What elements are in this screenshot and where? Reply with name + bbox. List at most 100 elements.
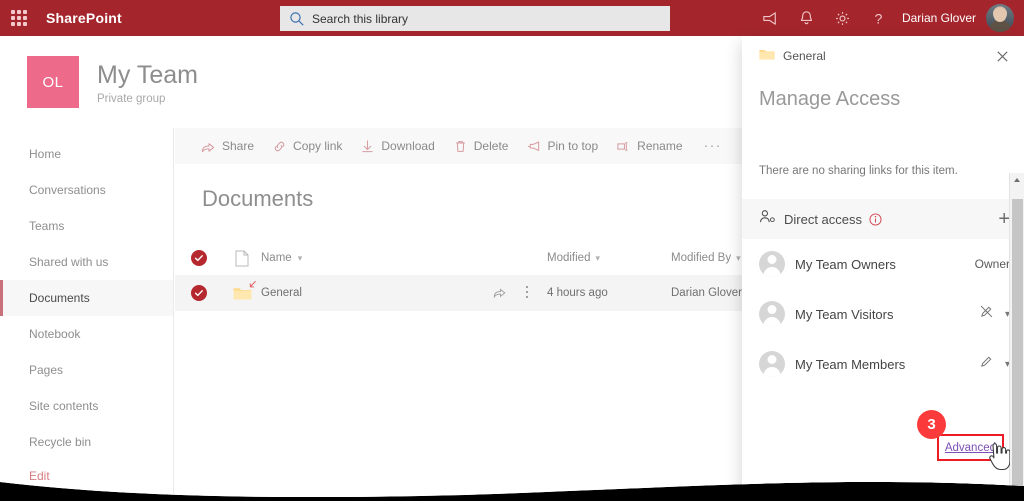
row-share-icon[interactable] [493, 285, 507, 302]
user-name-label[interactable]: Darian Glover [898, 11, 984, 25]
more-commands-button[interactable]: ··· [692, 141, 734, 151]
step-badge: 3 [917, 410, 946, 439]
question-icon[interactable]: ? [862, 0, 896, 36]
principal-name: My Team Members [795, 356, 906, 372]
list-item[interactable]: My Team Members ▾ [742, 339, 1024, 389]
chevron-down-icon: ▾ [736, 252, 741, 263]
sidebar-item-notebook[interactable]: Notebook [0, 316, 173, 352]
file-type-column-header[interactable] [223, 250, 261, 267]
link-icon [272, 139, 287, 154]
sidebar-item-label: Shared with us [29, 255, 109, 269]
pin-icon [526, 139, 541, 154]
rename-icon [616, 139, 631, 154]
breadcrumb[interactable]: General [759, 48, 826, 64]
download-label: Download [381, 139, 435, 153]
search-icon [288, 10, 306, 28]
sidebar-item-home[interactable]: Home [0, 136, 173, 172]
sidebar-item-label: Teams [29, 219, 65, 233]
mouse-cursor-icon [986, 442, 1010, 477]
svg-text:?: ? [875, 11, 883, 27]
select-all-checkbox[interactable] [175, 250, 223, 266]
modified-column-header[interactable]: Modified ▾ [547, 252, 671, 264]
share-button[interactable]: Share [192, 128, 263, 164]
sidebar-item-pages[interactable]: Pages [0, 352, 173, 388]
sidebar-item-recycle-bin[interactable]: Recycle bin [0, 424, 173, 460]
scrollbar[interactable] [1009, 173, 1024, 501]
app-launcher-icon[interactable] [0, 0, 38, 36]
sidebar-item-label: Conversations [29, 183, 106, 197]
sidebar-item-documents[interactable]: Documents [0, 280, 173, 316]
chevron-down-icon: ▾ [297, 252, 303, 263]
checkbox-checked-icon [191, 250, 207, 266]
search-box[interactable] [280, 6, 670, 31]
direct-access-section-header[interactable]: Direct access + [742, 199, 1024, 239]
row-checkbox[interactable] [175, 285, 223, 301]
scroll-up-icon[interactable] [1010, 173, 1024, 187]
file-name-label: General [261, 287, 302, 299]
view-only-icon[interactable] [979, 304, 994, 324]
row-more-icon[interactable] [525, 285, 529, 302]
sidebar-item-teams[interactable]: Teams [0, 208, 173, 244]
chevron-down-icon: ▾ [595, 252, 600, 263]
suite-actions: ? Darian Glover [754, 0, 1018, 36]
pin-to-top-label: Pin to top [547, 139, 599, 153]
download-button[interactable]: Download [351, 128, 443, 164]
rename-button[interactable]: Rename [607, 128, 691, 164]
permission-controls: ▾ [979, 304, 1010, 324]
share-label: Share [222, 139, 255, 153]
app-launcher-grid [11, 10, 27, 26]
manage-access-panel: General Manage Access There are no shari… [742, 36, 1024, 501]
sidebar-item-label: Site contents [29, 399, 99, 413]
download-icon [360, 139, 375, 154]
principal-name: My Team Visitors [795, 306, 894, 322]
name-column-header[interactable]: Name ▾ [261, 252, 471, 264]
sharepoint-brand-label[interactable]: SharePoint [38, 10, 122, 26]
avatar[interactable] [986, 4, 1014, 32]
folder-icon [223, 286, 261, 301]
site-title-block: My Team Private group [97, 60, 198, 105]
file-name-cell[interactable]: General [261, 287, 471, 299]
info-icon[interactable] [869, 213, 882, 226]
site-logo[interactable]: OL [27, 56, 79, 108]
avatar [759, 301, 785, 327]
scrollbar-thumb[interactable] [1012, 199, 1023, 501]
left-navigation: Home Conversations Teams Shared with us … [0, 128, 174, 501]
site-subtitle: Private group [97, 92, 166, 105]
panel-title: Manage Access [759, 88, 901, 110]
sidebar-item-label: Recycle bin [29, 435, 92, 449]
sidebar-item-label: Pages [29, 363, 64, 377]
browser-page: SharePoint ? Dar [0, 0, 1024, 501]
close-icon[interactable] [980, 36, 1024, 76]
permission-controls: Owner [975, 257, 1010, 271]
permission-controls: ▾ [979, 354, 1010, 374]
people-icon [759, 209, 776, 229]
screenshot-root: SharePoint ? Dar [0, 0, 1024, 501]
sidebar-item-conversations[interactable]: Conversations [0, 172, 173, 208]
modified-column-label: Modified [547, 252, 591, 264]
sidebar-item-site-contents[interactable]: Site contents [0, 388, 173, 424]
name-column-label: Name [261, 252, 292, 264]
megaphone-icon[interactable] [754, 0, 788, 36]
bell-icon[interactable] [790, 0, 824, 36]
avatar [759, 351, 785, 377]
breadcrumb-label: General [783, 49, 826, 63]
no-sharing-links-message: There are no sharing links for this item… [759, 165, 958, 177]
list-item[interactable]: My Team Visitors ▾ [742, 289, 1024, 339]
page-title: My Team [97, 60, 198, 89]
sidebar-item-label: Documents [29, 291, 90, 305]
delete-button[interactable]: Delete [444, 128, 518, 164]
modified-cell: 4 hours ago [547, 287, 608, 299]
list-item[interactable]: My Team Owners Owner [742, 239, 1024, 289]
sidebar-edit-link[interactable]: Edit [0, 460, 173, 492]
avatar [759, 251, 785, 277]
delete-label: Delete [473, 139, 509, 153]
modified-by-column-label: Modified By [671, 252, 732, 264]
copy-link-button[interactable]: Copy link [263, 128, 351, 164]
edit-pencil-icon[interactable] [979, 354, 994, 374]
principal-name: My Team Owners [795, 256, 896, 272]
search-input[interactable] [306, 12, 662, 26]
gear-icon[interactable] [826, 0, 860, 36]
pin-to-top-button[interactable]: Pin to top [517, 128, 607, 164]
sidebar-item-shared-with-us[interactable]: Shared with us [0, 244, 173, 280]
share-icon [201, 139, 216, 154]
